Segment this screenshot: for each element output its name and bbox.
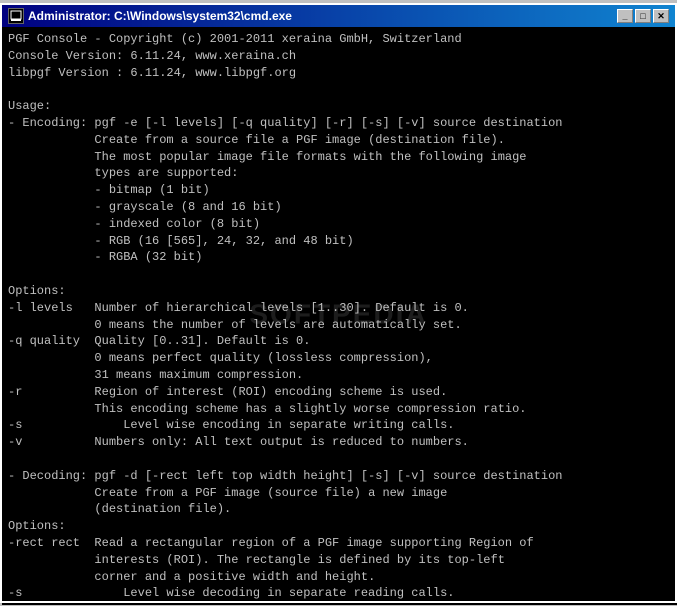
console-line: This encoding scheme has a slightly wors… — [8, 401, 669, 418]
console-line: -v Numbers only: All text output is redu… — [8, 434, 669, 451]
console-line: The most popular image file formats with… — [8, 149, 669, 166]
console-line — [8, 81, 669, 98]
console-line: 0 means the number of levels are automat… — [8, 317, 669, 334]
console-line: Options: — [8, 283, 669, 300]
window-controls: _ □ ✕ — [617, 9, 669, 23]
console-line: corner and a positive width and height. — [8, 569, 669, 586]
console-line: libpgf Version : 6.11.24, www.libpgf.org — [8, 65, 669, 82]
console-line: PGF Console - Copyright (c) 2001-2011 xe… — [8, 31, 669, 48]
console-line: Create from a source file a PGF image (d… — [8, 132, 669, 149]
console-line: Usage: — [8, 98, 669, 115]
minimize-button[interactable]: _ — [617, 9, 633, 23]
title-bar: Administrator: C:\Windows\system32\cmd.e… — [2, 5, 675, 27]
console-line: - indexed color (8 bit) — [8, 216, 669, 233]
console-line: Options: — [8, 518, 669, 535]
console-line: 31 means maximum compression. — [8, 367, 669, 384]
cmd-window: Administrator: C:\Windows\system32\cmd.e… — [0, 3, 677, 603]
console-output[interactable]: SOFTPEDIA PGF Console - Copyright (c) 20… — [2, 27, 675, 601]
console-line — [8, 451, 669, 468]
console-line: - Encoding: pgf -e [-l levels] [-q quali… — [8, 115, 669, 132]
console-line: - RGB (16 [565], 24, 32, and 48 bit) — [8, 233, 669, 250]
console-line: - bitmap (1 bit) — [8, 182, 669, 199]
console-line: -s Level wise decoding in separate readi… — [8, 585, 669, 601]
console-line: interests (ROI). The rectangle is define… — [8, 552, 669, 569]
console-line: -s Level wise encoding in separate writi… — [8, 417, 669, 434]
console-line: -r Region of interest (ROI) encoding sch… — [8, 384, 669, 401]
console-line: Console Version: 6.11.24, www.xeraina.ch — [8, 48, 669, 65]
window-icon — [8, 8, 24, 24]
window-title: Administrator: C:\Windows\system32\cmd.e… — [28, 9, 292, 23]
console-line: - Decoding: pgf -d [-rect left top width… — [8, 468, 669, 485]
console-line: -rect rect Read a rectangular region of … — [8, 535, 669, 552]
close-button[interactable]: ✕ — [653, 9, 669, 23]
console-line: (destination file). — [8, 501, 669, 518]
maximize-button[interactable]: □ — [635, 9, 651, 23]
console-line: - RGBA (32 bit) — [8, 249, 669, 266]
console-line — [8, 266, 669, 283]
console-line: -l levels Number of hierarchical levels … — [8, 300, 669, 317]
console-line: -q quality Quality [0..31]. Default is 0… — [8, 333, 669, 350]
title-bar-left: Administrator: C:\Windows\system32\cmd.e… — [8, 8, 292, 24]
console-lines: PGF Console - Copyright (c) 2001-2011 xe… — [8, 31, 669, 601]
console-line: types are supported: — [8, 165, 669, 182]
console-line: - grayscale (8 and 16 bit) — [8, 199, 669, 216]
console-line: Create from a PGF image (source file) a … — [8, 485, 669, 502]
console-line: 0 means perfect quality (lossless compre… — [8, 350, 669, 367]
